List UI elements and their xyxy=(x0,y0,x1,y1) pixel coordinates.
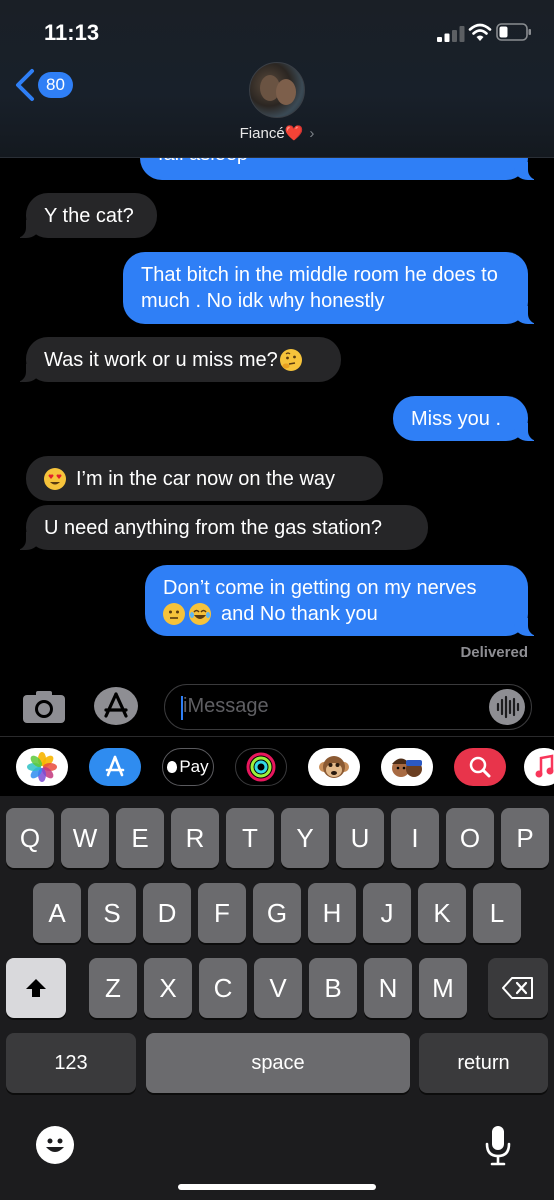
emoji-icon xyxy=(46,1138,64,1152)
wifi-icon xyxy=(468,23,492,41)
app-drawer: Pay xyxy=(0,736,554,796)
shift-icon xyxy=(26,979,46,997)
chevron-right-icon: › xyxy=(309,125,315,142)
music-icon[interactable] xyxy=(524,748,554,786)
contact-avatar[interactable] xyxy=(249,62,305,118)
key-y[interactable]: Y xyxy=(281,808,329,868)
camera-icon[interactable] xyxy=(22,690,66,724)
chevron-left-icon xyxy=(16,69,34,101)
message-incoming[interactable]: Y the cat? xyxy=(14,193,157,238)
key-f[interactable]: F xyxy=(198,883,246,943)
audio-message-button[interactable] xyxy=(489,689,525,725)
home-indicator xyxy=(178,1184,376,1190)
key-a[interactable]: A xyxy=(33,883,81,943)
key-e[interactable]: E xyxy=(116,808,164,868)
message-incoming[interactable]: U need anything from the gas station? xyxy=(14,505,428,550)
shift-key[interactable] xyxy=(6,958,66,1018)
waveform-icon xyxy=(496,695,520,719)
status-time: 11:13 xyxy=(44,20,100,45)
emoji-keyboard-button[interactable] xyxy=(36,1126,74,1164)
app-store-icon[interactable] xyxy=(92,686,140,726)
key-d[interactable]: D xyxy=(143,883,191,943)
heart-eyes-face-icon xyxy=(44,467,66,490)
message-outgoing[interactable]: Don’t come in getting on my nerves and N… xyxy=(145,565,540,636)
key-c[interactable]: C xyxy=(199,958,247,1018)
web-search-icon[interactable] xyxy=(454,748,506,786)
key-m[interactable]: M xyxy=(419,958,467,1018)
key-i[interactable]: I xyxy=(391,808,439,868)
keyboard: QWERTYUIOP ASDFGHJKL ZXCVBNM 123 space r… xyxy=(0,796,554,1200)
key-r[interactable]: R xyxy=(171,808,219,868)
message-outgoing[interactable]: Miss you . xyxy=(393,396,540,441)
activity-icon[interactable] xyxy=(235,748,287,786)
key-s[interactable]: S xyxy=(88,883,136,943)
apple-pay-label: Pay xyxy=(179,757,209,776)
microphone-icon[interactable] xyxy=(484,1124,512,1166)
cellular-signal-icon xyxy=(437,26,465,42)
key-p[interactable]: P xyxy=(501,808,549,868)
message-incoming[interactable]: I’m in the car now on the way xyxy=(26,456,383,501)
neutral-face-icon xyxy=(163,603,185,625)
message-outgoing[interactable]: That bitch in the middle room he does to… xyxy=(123,252,540,324)
message-text: Don’t come in getting on my nerves xyxy=(163,577,477,599)
space-key[interactable]: space xyxy=(146,1033,410,1093)
message-text: Miss you . xyxy=(411,407,502,430)
back-button[interactable]: 80 xyxy=(14,68,73,102)
monkey-animoji-icon[interactable] xyxy=(308,748,360,786)
key-v[interactable]: V xyxy=(254,958,302,1018)
tears-of-joy-face-icon xyxy=(189,603,211,625)
contact-name: Fiancé xyxy=(239,125,285,142)
key-u[interactable]: U xyxy=(336,808,384,868)
delete-icon xyxy=(502,977,533,999)
conversation-header: 11:13 80 Fiancé❤️ › xyxy=(0,0,554,158)
key-k[interactable]: K xyxy=(418,883,466,943)
delivered-status: Delivered xyxy=(460,644,528,661)
key-l[interactable]: L xyxy=(473,883,521,943)
apple-pay-icon[interactable]: Pay xyxy=(162,748,214,786)
key-x[interactable]: X xyxy=(144,958,192,1018)
message-placeholder: iMessage xyxy=(183,695,269,717)
app-store-drawer-icon[interactable] xyxy=(89,748,141,786)
key-g[interactable]: G xyxy=(253,883,301,943)
return-key[interactable]: return xyxy=(419,1033,548,1093)
message-text-line2: and No thank you xyxy=(163,601,378,627)
key-j[interactable]: J xyxy=(363,883,411,943)
key-b[interactable]: B xyxy=(309,958,357,1018)
key-h[interactable]: H xyxy=(308,883,356,943)
key-z[interactable]: Z xyxy=(89,958,137,1018)
key-n[interactable]: N xyxy=(364,958,412,1018)
key-w[interactable]: W xyxy=(61,808,109,868)
key-q[interactable]: Q xyxy=(6,808,54,868)
apple-logo-icon xyxy=(167,761,178,773)
message-text: Y the cat? xyxy=(44,204,134,227)
contact-name-button[interactable]: Fiancé❤️ › xyxy=(0,124,554,142)
key-t[interactable]: T xyxy=(226,808,274,868)
thinking-face-icon xyxy=(279,348,302,371)
battery-icon xyxy=(496,23,531,41)
message-text: U need anything from the gas station? xyxy=(44,516,382,539)
key-o[interactable]: O xyxy=(446,808,494,868)
heart-icon: ❤️ xyxy=(284,125,304,142)
photos-icon[interactable] xyxy=(16,748,68,786)
message-text: and No thank you xyxy=(221,603,378,625)
message-text: I’m in the car now on the way xyxy=(76,467,336,490)
numbers-key[interactable]: 123 xyxy=(6,1033,136,1093)
message-text: That bitch in the middle room he does to… xyxy=(141,264,498,312)
unread-count-badge: 80 xyxy=(38,72,73,98)
memoji-icon[interactable] xyxy=(381,748,433,786)
backspace-key[interactable] xyxy=(488,958,548,1018)
message-incoming[interactable]: Was it work or u miss me? xyxy=(14,337,341,382)
message-input[interactable]: iMessage xyxy=(164,684,532,730)
message-text: Was it work or u miss me? xyxy=(44,348,278,371)
